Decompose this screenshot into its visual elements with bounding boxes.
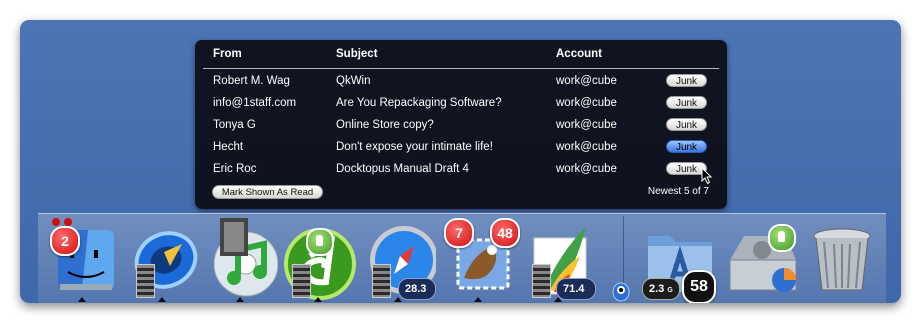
junk-button[interactable]: Junk	[666, 140, 707, 153]
dock-item-mail[interactable]: 7 48	[440, 216, 520, 302]
folder-size-value: 2.3	[649, 283, 665, 295]
running-indicator	[314, 297, 322, 302]
download-badge-icon	[306, 228, 334, 256]
dock-item-hard-drive[interactable]	[722, 216, 798, 300]
memory-usage-value: 28.3	[405, 283, 427, 295]
memory-usage-badge: 28.3 M	[398, 278, 436, 300]
itunes-icon	[213, 218, 278, 297]
mail-row[interactable]: Hecht Don't expose your intimate life! w…	[195, 137, 727, 157]
notification-badge: 7	[444, 218, 474, 248]
process-bar-icon	[292, 264, 311, 298]
mail-row[interactable]: info@1staff.com Are You Repackaging Soft…	[195, 93, 727, 113]
item-count-badge: 58	[682, 270, 716, 303]
folder-size-badge: 2.3 G	[642, 278, 680, 300]
dock-item-quicktime[interactable]	[124, 216, 200, 302]
dock-item-finder[interactable]: 2	[44, 216, 120, 302]
running-indicator	[554, 297, 562, 302]
process-bar-icon	[372, 264, 391, 298]
column-header-account: Account	[556, 48, 602, 60]
mouse-cursor-icon	[701, 167, 713, 185]
desktop-window: From Subject Account Robert M. Wag QkWin…	[20, 20, 901, 303]
mail-subject: Don't expose your intimate life!	[336, 141, 493, 153]
dock-item-trash[interactable]	[804, 216, 880, 300]
junk-button[interactable]: Junk	[666, 96, 707, 109]
memory-usage-value: 71.4	[563, 283, 585, 295]
memory-usage-badge: 71.4 M	[556, 278, 596, 300]
running-indicator	[236, 297, 244, 302]
junk-button[interactable]: Junk	[666, 118, 707, 131]
mail-row[interactable]: Tonya G Online Store copy? work@cube Jun…	[195, 115, 727, 135]
mail-from: info@1staff.com	[213, 97, 297, 109]
download-badge-icon	[768, 224, 796, 252]
dock-item-safari[interactable]: 28.3 M	[360, 216, 436, 302]
mail-account: work@cube	[556, 163, 617, 175]
running-indicator	[474, 297, 482, 302]
mark-shown-as-read-button[interactable]: Mark Shown As Read	[212, 185, 323, 199]
dock: 2 28.3 7 48 71.4 2.3 G 58	[38, 213, 886, 303]
mail-account: work@cube	[556, 141, 617, 153]
process-bar-icon	[136, 264, 155, 298]
dock-item-itunes[interactable]	[202, 216, 278, 302]
mail-account: work@cube	[556, 75, 617, 87]
notification-badge: 2	[50, 226, 80, 256]
mail-from: Tonya G	[213, 119, 256, 131]
mail-row[interactable]: Eric Roc Docktopus Manual Draft 4 work@c…	[195, 159, 727, 179]
mail-subject: QkWin	[336, 75, 371, 87]
mail-popup: From Subject Account Robert M. Wag QkWin…	[195, 40, 727, 209]
dock-item-dreamweaver[interactable]	[280, 216, 356, 302]
newest-count-label: Newest 5 of 7	[647, 186, 709, 197]
running-indicator	[394, 297, 402, 302]
mail-account: work@cube	[556, 97, 617, 109]
trash-icon	[813, 228, 871, 291]
process-bar-icon	[532, 264, 551, 298]
running-indicator	[158, 297, 166, 302]
column-header-subject: Subject	[336, 48, 378, 60]
mail-subject: Docktopus Manual Draft 4	[336, 163, 469, 175]
junk-button[interactable]: Junk	[666, 74, 707, 87]
mail-popup-header: From Subject Account	[195, 48, 727, 66]
mail-from: Hecht	[213, 141, 244, 153]
mail-account: work@cube	[556, 119, 617, 131]
mail-subject: Online Store copy?	[336, 119, 434, 131]
folder-size-unit: G	[667, 287, 673, 294]
mail-from: Robert M. Wag	[213, 75, 290, 87]
dock-item-applications-folder[interactable]: 2.3 G 58	[640, 216, 716, 303]
mail-row[interactable]: Robert M. Wag QkWin work@cube Junk	[195, 71, 727, 91]
running-indicator	[78, 297, 86, 302]
monster-icon	[612, 282, 630, 302]
mail-from: Eric Roc	[213, 163, 257, 175]
column-header-from: From	[213, 48, 242, 60]
mail-subject: Are You Repackaging Software?	[336, 97, 502, 109]
header-divider	[203, 68, 719, 69]
notification-badge: 48	[490, 218, 520, 248]
dock-item-image-viewer[interactable]: 71.4 M	[520, 216, 596, 302]
